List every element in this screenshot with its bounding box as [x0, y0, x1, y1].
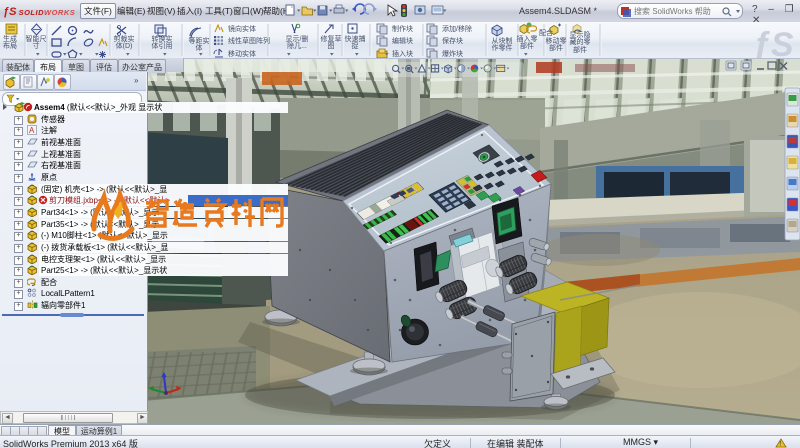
- svg-text:!: !: [779, 441, 781, 448]
- svg-text:ƒS: ƒS: [752, 26, 794, 58]
- svg-text:A: A: [29, 126, 35, 135]
